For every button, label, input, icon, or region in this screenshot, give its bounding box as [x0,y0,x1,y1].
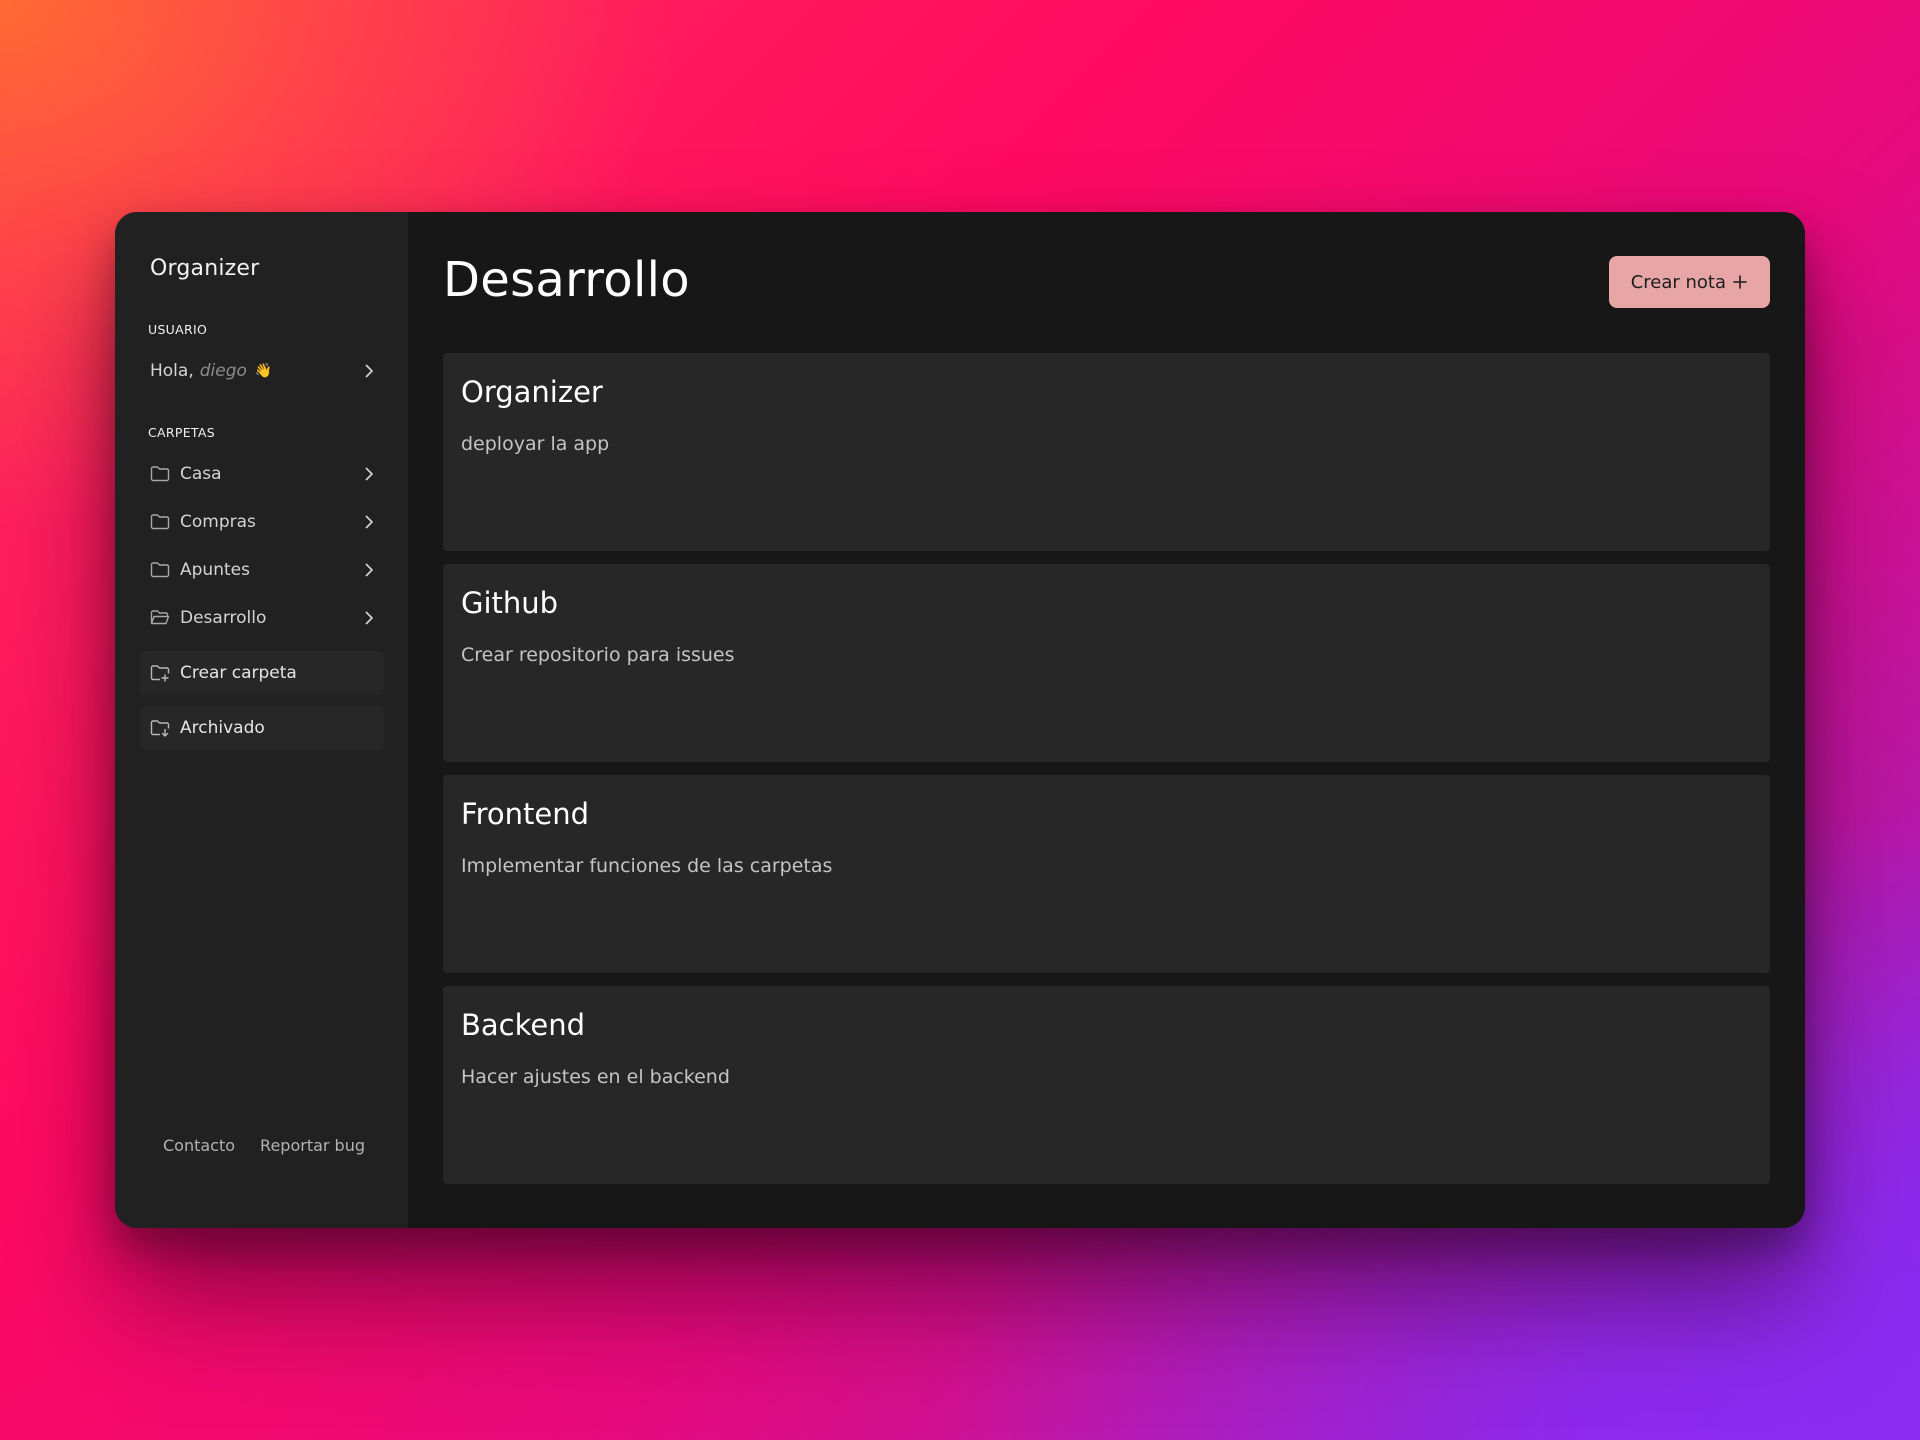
chevron-right-icon [365,364,373,378]
sidebar: Organizer USUARIO Hola, diego 👋 CARPETAS… [115,212,408,1228]
note-body: Implementar funciones de las carpetas [461,855,833,877]
folders-section-label: CARPETAS [148,425,215,440]
app-window: Organizer USUARIO Hola, diego 👋 CARPETAS… [115,212,1805,1228]
note-title: Organizer [461,375,603,409]
folder-item-compras[interactable]: Compras [150,505,378,539]
folder-item-casa[interactable]: Casa [150,457,378,491]
note-body: Crear repositorio para issues [461,644,735,666]
contact-link[interactable]: Contacto [163,1136,235,1155]
folder-label: Desarrollo [180,608,267,628]
folder-item-desarrollo[interactable]: Desarrollo [150,601,378,635]
report-bug-link[interactable]: Reportar bug [260,1136,365,1155]
chevron-right-icon [365,467,373,481]
sidebar-footer: Contacto Reportar bug [163,1136,365,1155]
folder-open-icon [150,610,170,625]
folder-icon [150,562,170,578]
folder-icon [150,466,170,482]
create-folder-button[interactable]: Crear carpeta [140,651,384,695]
folder-icon [150,514,170,530]
note-title: Frontend [461,797,589,831]
greeting-text: Hola, [150,361,194,381]
user-section-label: USUARIO [148,322,208,337]
page-title: Desarrollo [443,252,690,308]
folder-label: Compras [180,512,256,532]
note-card[interactable]: Organizer deployar la app [443,353,1770,551]
archived-button[interactable]: Archivado [140,706,384,750]
note-body: deployar la app [461,433,610,455]
folder-label: Casa [180,464,222,484]
note-card[interactable]: Github Crear repositorio para issues [443,564,1770,762]
create-folder-label: Crear carpeta [180,663,297,683]
folder-item-apuntes[interactable]: Apuntes [150,553,378,587]
chevron-right-icon [365,611,373,625]
folder-label: Apuntes [180,560,250,580]
note-card[interactable]: Backend Hacer ajustes en el backend [443,986,1770,1184]
app-title: Organizer [150,256,260,281]
plus-icon [1733,275,1747,289]
chevron-right-icon [365,563,373,577]
note-body: Hacer ajustes en el backend [461,1066,730,1088]
note-card[interactable]: Frontend Implementar funciones de las ca… [443,775,1770,973]
folder-archive-icon [150,720,170,737]
note-title: Backend [461,1008,586,1042]
main-content: Desarrollo Crear nota Organizer deployar… [408,212,1805,1228]
chevron-right-icon [365,515,373,529]
create-note-label: Crear nota [1630,271,1726,293]
notes-list: Organizer deployar la app Github Crear r… [443,353,1770,1184]
archived-label: Archivado [180,718,265,738]
folder-plus-icon [150,665,170,682]
note-title: Github [461,586,559,620]
user-menu-item[interactable]: Hola, diego 👋 [150,354,378,388]
username: diego [199,361,247,381]
create-note-button[interactable]: Crear nota [1608,256,1770,308]
wave-emoji: 👋 [254,363,273,379]
